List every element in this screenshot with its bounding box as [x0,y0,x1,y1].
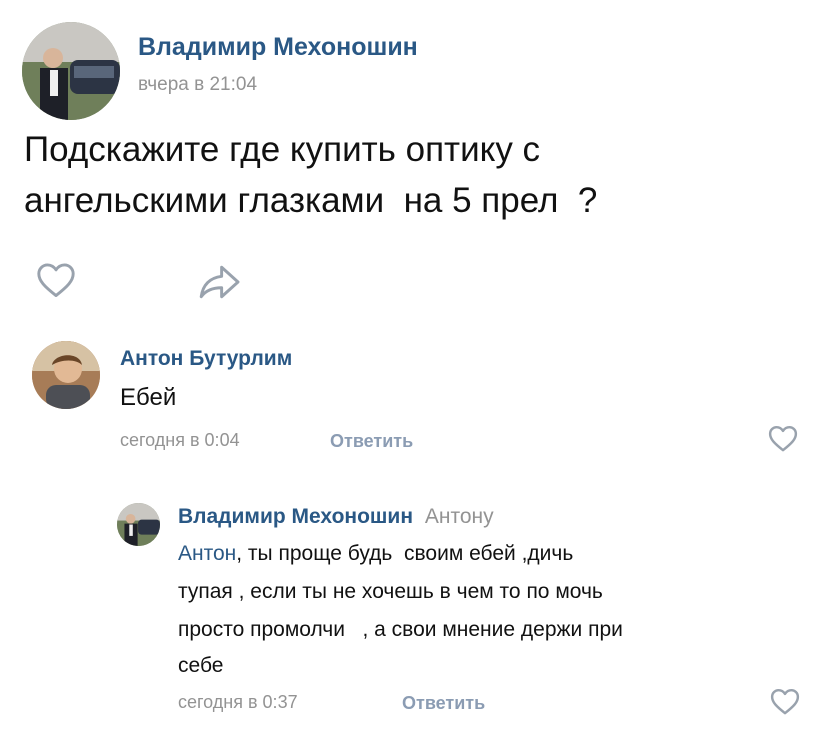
share-icon[interactable] [198,264,242,305]
reply-text-line-1: Антон, ты проще будь своим ебей ,дичь [178,542,573,566]
reply-text-line-2: тупая , если ты не хочешь в чем то по мо… [178,580,603,603]
post-text-line-2: ангельскими глазками на 5 прел ? [24,181,598,220]
reply-author-name[interactable]: Владимир Мехоношин [178,505,413,528]
post-text-line-1: Подскажите где купить оптику с [24,130,541,169]
comment-author-name[interactable]: Антон Бутурлим [120,347,292,371]
reply-text-part: , ты проще будь своим ебей ,дичь [236,542,574,565]
avatar-photo [32,341,100,409]
like-icon[interactable] [36,262,76,303]
post-author-avatar[interactable] [22,22,120,120]
comment-text: Ебей [120,384,177,411]
reply-header: Владимир Мехоношин Антону [178,505,494,529]
comment-timestamp[interactable]: сегодня в 0:04 [120,430,240,451]
comment-like-icon[interactable] [768,425,798,457]
reply-button[interactable]: Ответить [330,431,413,452]
avatar-photo [117,503,160,546]
reply-reply-button[interactable]: Ответить [402,693,485,714]
post-timestamp[interactable]: вчера в 21:04 [138,74,257,96]
reply-author-avatar[interactable] [117,503,160,546]
reply-like-icon[interactable] [770,688,800,720]
mention-link[interactable]: Антон [178,542,236,565]
post-author-name[interactable]: Владимир Мехоношин [138,33,418,62]
reply-timestamp[interactable]: сегодня в 0:37 [178,692,298,713]
reply-text-line-4: себе [178,654,224,677]
reply-text-line-3: просто промолчи , а свои мнение держи пр… [178,618,623,641]
avatar-photo [22,22,120,120]
reply-to-label[interactable]: Антону [425,505,494,528]
comment-author-avatar[interactable] [32,341,100,409]
